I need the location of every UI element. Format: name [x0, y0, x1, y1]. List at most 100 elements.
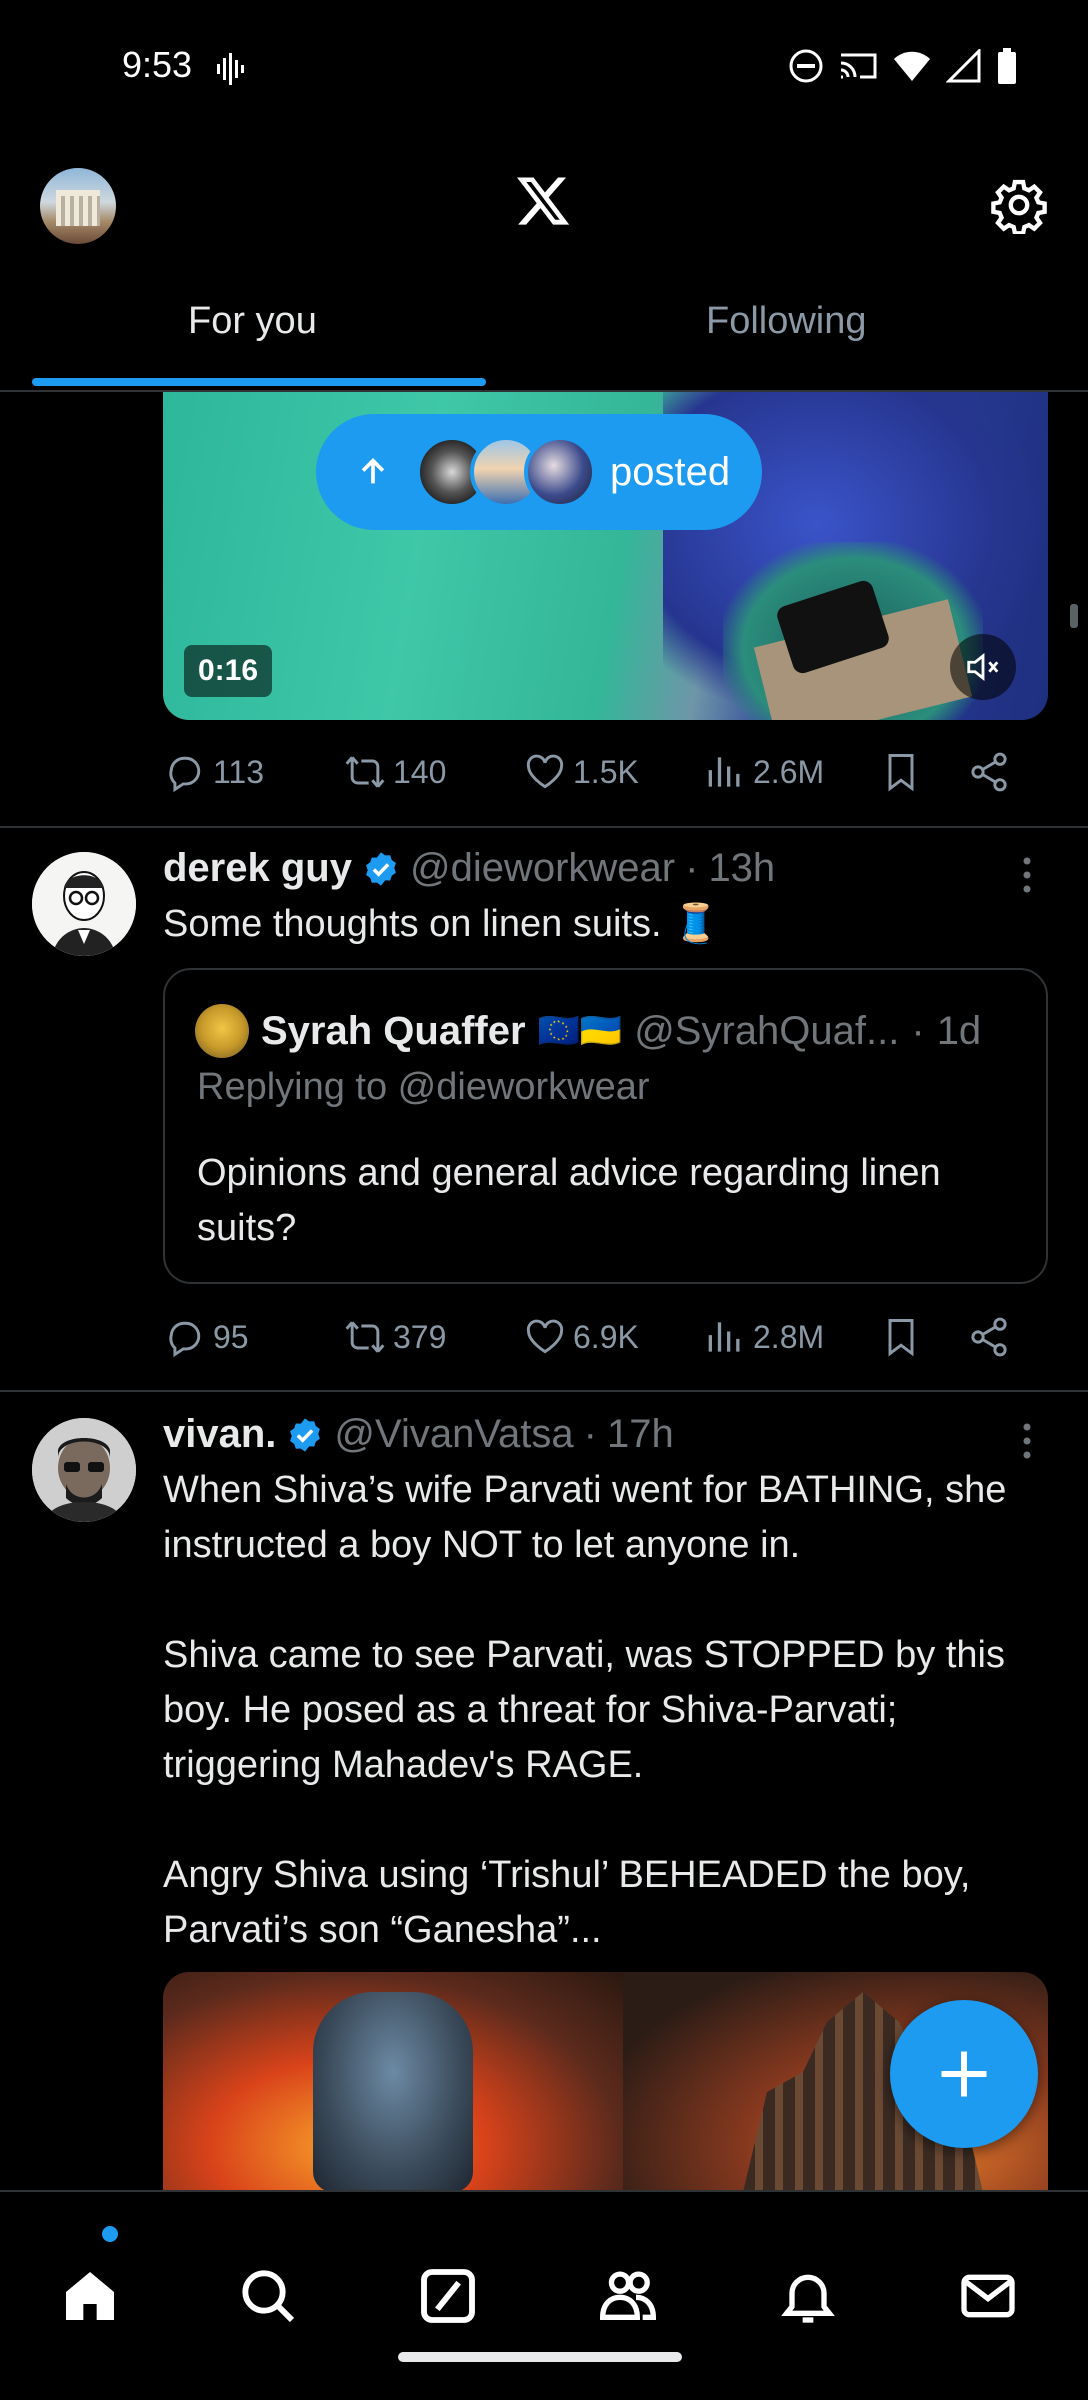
separator-dot: · — [685, 846, 699, 890]
dnd-icon — [789, 49, 823, 83]
messages-icon[interactable] — [956, 2264, 1020, 2328]
repost-count: 140 — [393, 753, 447, 790]
notifications-icon[interactable] — [776, 2264, 840, 2328]
views-count: 2.6M — [753, 753, 825, 790]
mute-button[interactable] — [950, 634, 1016, 700]
avatar-photo — [32, 1418, 136, 1522]
scrollbar[interactable] — [1070, 604, 1078, 628]
share-button[interactable] — [967, 1315, 1011, 1359]
author-avatar[interactable] — [32, 1418, 136, 1522]
bookmark-button[interactable] — [879, 1315, 967, 1359]
bookmark-icon — [888, 754, 914, 792]
like-button[interactable]: 6.9K — [523, 1315, 703, 1359]
more-options-icon[interactable] — [1012, 1420, 1042, 1462]
views-button[interactable]: 2.6M — [703, 750, 879, 794]
cast-icon — [840, 53, 877, 79]
author-avatar[interactable] — [32, 852, 136, 956]
image-left — [163, 1972, 623, 2190]
battery-icon — [998, 48, 1016, 84]
like-count: 1.5K — [573, 753, 639, 790]
views-icon — [708, 757, 740, 787]
verified-badge-icon — [366, 851, 396, 886]
audio-wave-icon — [217, 53, 244, 85]
bottom-navigation — [0, 2190, 1088, 2400]
reply-icon — [169, 1321, 201, 1358]
quote-replying-to: Replying to @dieworkwear — [197, 1066, 650, 1108]
post-header: derek guy @dieworkwear · 13h — [163, 846, 775, 891]
quoted-post[interactable]: Syrah Quaffer 🇪🇺🇺🇦 @SyrahQuaf... · 1d Re… — [163, 968, 1048, 1284]
separator-dot: · — [911, 1008, 925, 1053]
arrow-up-icon — [361, 458, 385, 484]
video-duration: 0:16 — [184, 645, 273, 697]
like-button[interactable]: 1.5K — [523, 750, 703, 794]
views-count: 2.8M — [753, 1318, 825, 1355]
post-divider — [0, 826, 1088, 828]
heart-icon — [526, 1319, 564, 1354]
reply-count: 95 — [213, 1318, 249, 1355]
post-text: Some thoughts on linen suits. 🧵 — [163, 903, 720, 945]
volume-mute-icon — [967, 652, 999, 682]
author-name[interactable]: vivan. — [163, 1412, 276, 1457]
plus-icon — [941, 2051, 987, 2097]
repost-count: 379 — [393, 1318, 447, 1355]
post-actions: 113 140 1.5K 2.6M — [163, 750, 1033, 794]
quote-author-flags: 🇪🇺🇺🇦 — [537, 1012, 623, 1050]
gear-icon[interactable] — [990, 176, 1048, 234]
x-logo-icon — [517, 177, 570, 225]
quote-header: Syrah Quaffer 🇪🇺🇺🇦 @SyrahQuaf... · 1d — [195, 1004, 981, 1058]
author-name[interactable]: derek guy — [163, 846, 352, 891]
avatar-illustration — [32, 852, 136, 956]
separator-dot: · — [583, 1412, 597, 1456]
quote-time: 1d — [936, 1008, 982, 1053]
notification-dot — [102, 2226, 118, 2242]
repost-button[interactable]: 140 — [343, 750, 523, 794]
status-time: 9:53 — [122, 44, 193, 85]
repost-icon — [345, 1321, 385, 1353]
reply-button[interactable]: 113 — [163, 750, 343, 794]
tab-for-you[interactable]: For you — [188, 300, 317, 343]
post-time: 17h — [607, 1412, 674, 1456]
post-divider — [0, 1390, 1088, 1392]
bookmark-icon — [888, 1319, 914, 1357]
reply-button[interactable]: 95 — [163, 1315, 343, 1359]
heart-icon — [526, 754, 564, 789]
wifi-icon — [894, 51, 930, 81]
posted-label: posted — [610, 449, 731, 494]
quote-text: Opinions and general advice regarding li… — [197, 1152, 941, 1249]
share-icon — [971, 1317, 1007, 1357]
author-handle[interactable]: @VivanVatsa — [334, 1412, 573, 1457]
home-indicator[interactable] — [398, 2352, 682, 2362]
more-options-icon[interactable] — [1012, 854, 1042, 896]
repost-button[interactable]: 379 — [343, 1315, 523, 1359]
status-icons — [788, 48, 1018, 84]
quote-author-avatar — [195, 1004, 249, 1058]
profile-avatar[interactable] — [40, 168, 116, 244]
author-handle[interactable]: @dieworkwear — [410, 846, 675, 891]
share-button[interactable] — [967, 750, 1011, 794]
signal-icon — [946, 49, 981, 83]
views-icon — [708, 1322, 740, 1352]
poster-avatar-3 — [524, 436, 596, 508]
post-text: When Shiva’s wife Parvati went for BATHI… — [163, 1469, 1007, 1951]
quote-author-name: Syrah Quaffer — [261, 1008, 526, 1053]
new-posts-pill[interactable]: posted — [316, 414, 762, 530]
search-icon[interactable] — [236, 2264, 300, 2328]
repost-icon — [345, 756, 385, 788]
home-icon[interactable] — [58, 2264, 122, 2328]
post-time: 13h — [708, 846, 776, 890]
reply-icon — [169, 756, 201, 793]
verified-badge-icon — [290, 1417, 321, 1452]
reply-count: 113 — [213, 753, 265, 790]
share-icon — [971, 752, 1007, 792]
tab-following[interactable]: Following — [706, 300, 867, 343]
bookmark-button[interactable] — [879, 750, 967, 794]
quote-author-handle: @SyrahQuaf... — [634, 1008, 900, 1053]
communities-icon[interactable] — [596, 2264, 660, 2328]
views-button[interactable]: 2.8M — [703, 1315, 879, 1359]
grok-icon[interactable] — [416, 2264, 480, 2328]
like-count: 6.9K — [573, 1318, 639, 1355]
post-actions: 95 379 6.9K 2.8M — [163, 1315, 1033, 1359]
compose-button[interactable] — [890, 2000, 1038, 2148]
active-tab-indicator — [32, 378, 486, 386]
post-header: vivan. @VivanVatsa · 17h — [163, 1412, 674, 1457]
